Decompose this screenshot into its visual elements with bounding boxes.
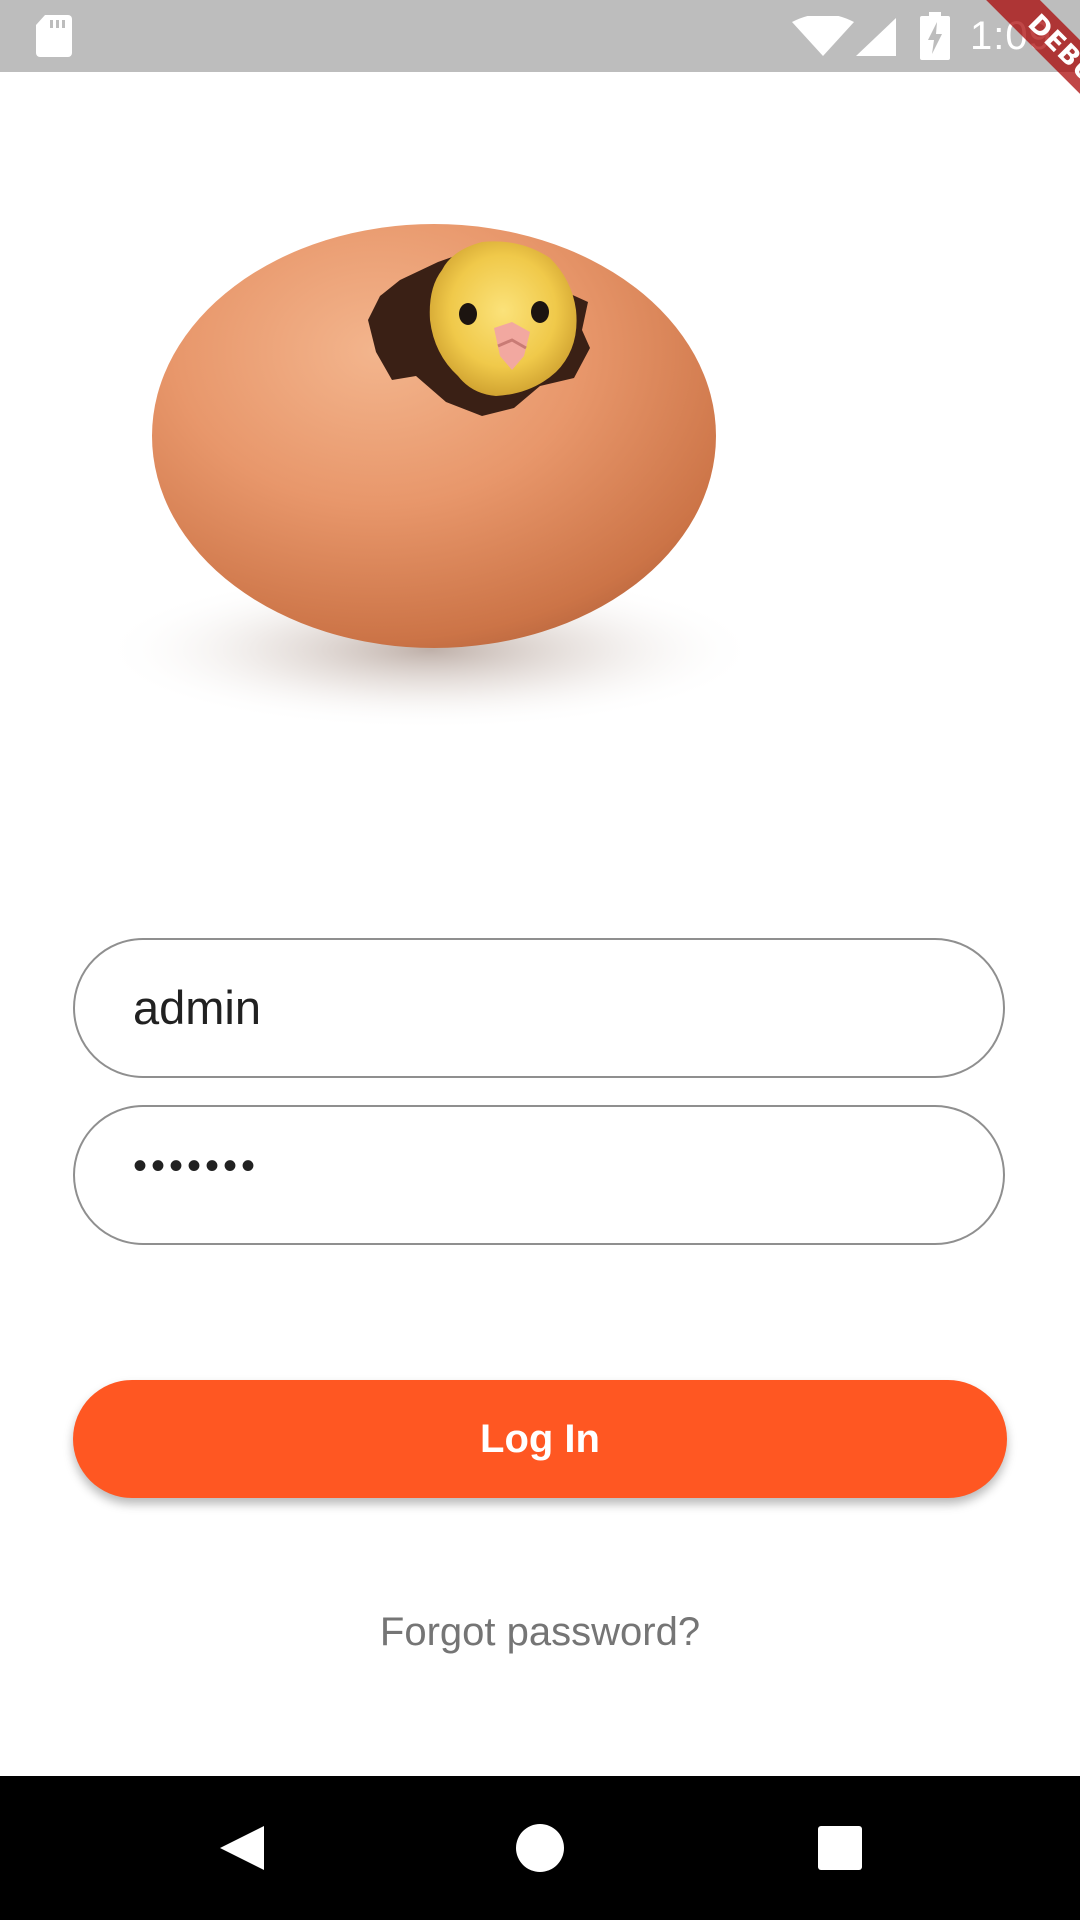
home-icon[interactable] (504, 1812, 576, 1884)
cell-signal-icon (856, 18, 896, 56)
wifi-icon (792, 16, 854, 56)
status-clock: 1:09 (970, 14, 1052, 58)
battery-charging-icon (920, 12, 950, 60)
username-field[interactable] (73, 938, 1005, 1078)
forgot-password-link[interactable]: Forgot password? (0, 1606, 1080, 1658)
recents-icon[interactable] (804, 1812, 876, 1884)
login-button[interactable]: Log In (73, 1380, 1007, 1498)
username-input[interactable] (133, 940, 953, 1075)
password-input[interactable] (133, 1099, 953, 1234)
back-icon[interactable] (204, 1812, 276, 1884)
chick-egg-image (100, 224, 760, 730)
navigation-bar (0, 1776, 1080, 1920)
password-field[interactable] (73, 1099, 1005, 1245)
sd-card-icon (36, 15, 72, 57)
status-bar: 1:09 (0, 0, 1080, 72)
